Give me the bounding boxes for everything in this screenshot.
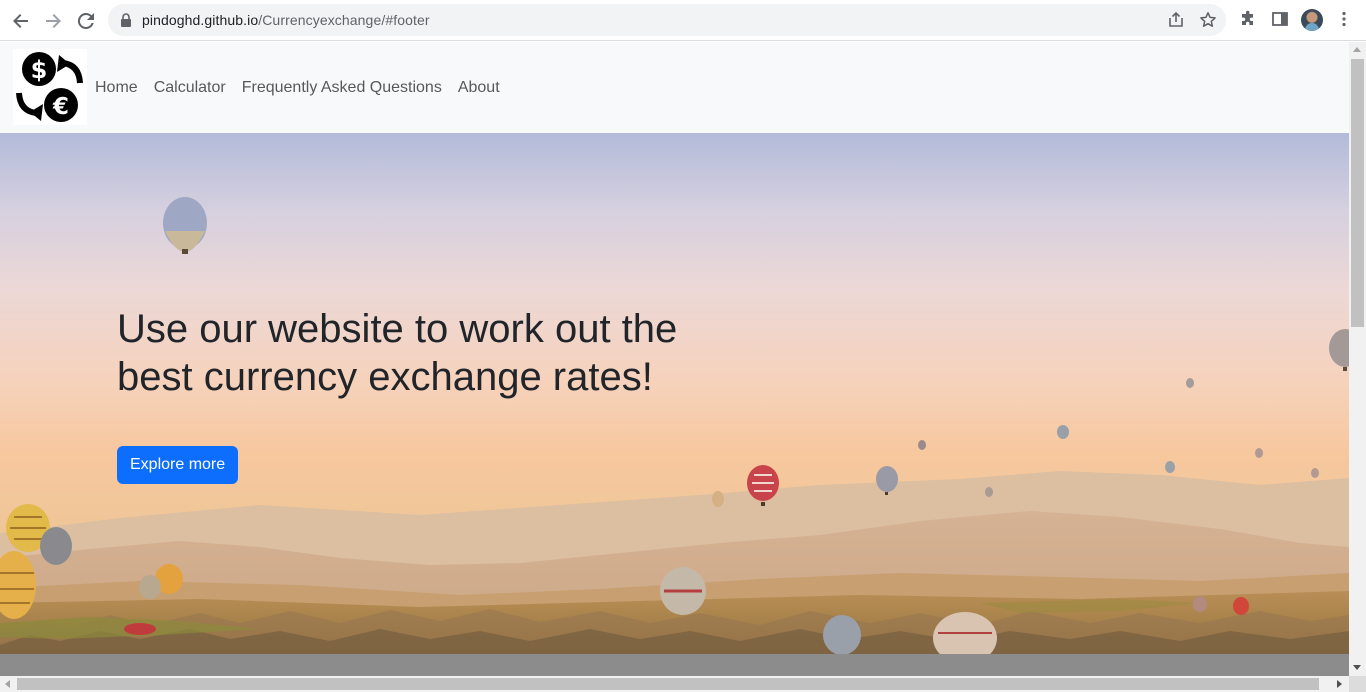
- more-vertical-icon[interactable]: [1335, 10, 1353, 28]
- nav-link-calculator[interactable]: Calculator: [154, 79, 226, 97]
- page-viewport: $ € Home Calculator Frequently Asked Que…: [0, 42, 1349, 676]
- scroll-right-arrow-icon[interactable]: [1337, 680, 1342, 688]
- back-arrow-icon[interactable]: [8, 8, 34, 34]
- next-section-edge: [0, 654, 1349, 676]
- svg-text:€: €: [52, 94, 69, 120]
- hero-title: Use our website to work out the best cur…: [117, 307, 678, 399]
- nav-links: Home Calculator Frequently Asked Questio…: [95, 79, 500, 97]
- nav-link-home[interactable]: Home: [95, 79, 138, 97]
- scroll-left-arrow-icon[interactable]: [5, 680, 10, 688]
- explore-more-button[interactable]: Explore more: [117, 446, 239, 484]
- nav-link-faq[interactable]: Frequently Asked Questions: [242, 79, 442, 97]
- address-bar[interactable]: pindoghd.github.io/Currencyexchange/#foo…: [108, 4, 1226, 36]
- forward-arrow-icon[interactable]: [40, 8, 66, 34]
- horizontal-scroll-thumb[interactable]: [17, 678, 1319, 690]
- currency-exchange-icon[interactable]: $ €: [13, 49, 87, 125]
- extensions-puzzle-icon[interactable]: [1239, 10, 1257, 28]
- hero-section: Use our website to work out the best cur…: [0, 133, 1349, 654]
- horizontal-scrollbar[interactable]: [0, 676, 1349, 692]
- url-path: /Currencyexchange/#footer: [258, 12, 430, 28]
- scroll-up-arrow-icon[interactable]: [1353, 47, 1361, 52]
- vertical-scroll-thumb[interactable]: [1351, 59, 1364, 327]
- scrollbar-corner: [1349, 676, 1366, 692]
- share-icon[interactable]: [1167, 11, 1185, 29]
- browser-toolbar: pindoghd.github.io/Currencyexchange/#foo…: [0, 0, 1366, 41]
- bookmark-star-icon[interactable]: [1199, 11, 1217, 29]
- reload-icon[interactable]: [73, 8, 99, 34]
- site-navbar: $ € Home Calculator Frequently Asked Que…: [0, 42, 1349, 133]
- profile-avatar[interactable]: [1301, 9, 1323, 31]
- side-panel-icon[interactable]: [1271, 10, 1289, 28]
- url-host: pindoghd.github.io: [142, 12, 259, 28]
- url-text[interactable]: pindoghd.github.io/Currencyexchange/#foo…: [142, 12, 430, 28]
- lock-icon[interactable]: [120, 13, 132, 27]
- nav-link-about[interactable]: About: [458, 79, 500, 97]
- svg-text:$: $: [31, 56, 48, 84]
- vertical-scrollbar[interactable]: [1349, 42, 1366, 676]
- scroll-down-arrow-icon[interactable]: [1353, 665, 1361, 670]
